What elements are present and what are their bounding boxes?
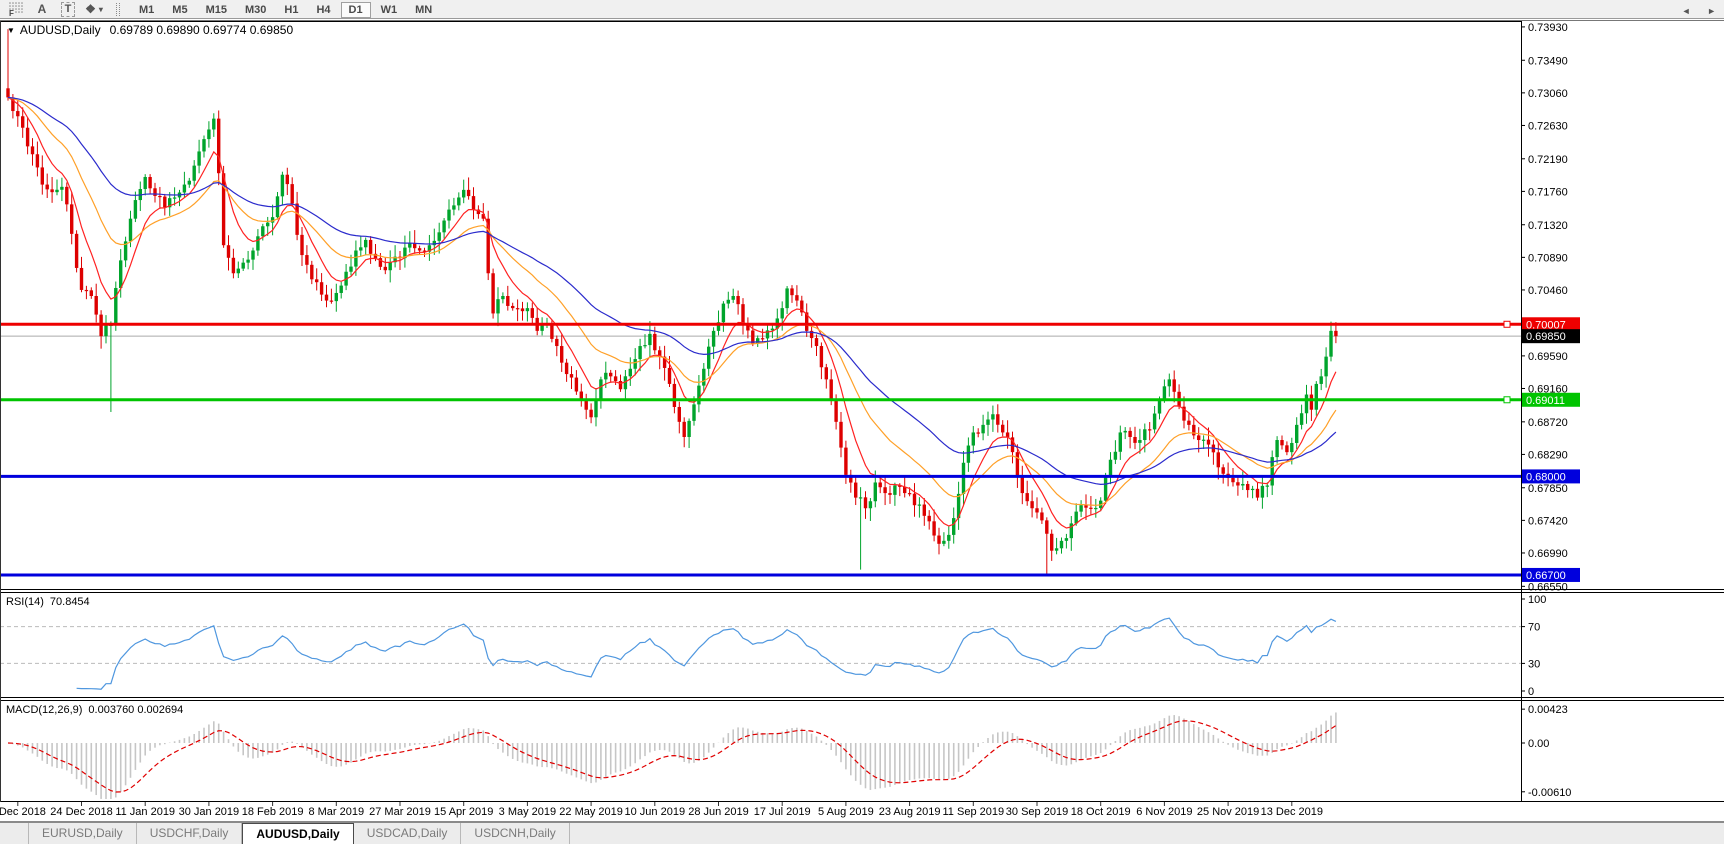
text-label-icon[interactable]: T [58,1,78,17]
tab-scroll-left-icon[interactable]: ◄ [1682,6,1691,16]
svg-text:0.00: 0.00 [1528,738,1549,750]
svg-text:0.68290: 0.68290 [1528,449,1568,461]
timeframe-m15[interactable]: M15 [198,2,235,18]
macd-label: MACD(12,26,9) 0.003760 0.002694 [6,704,183,716]
date-label: 30 Sep 2019 [1006,806,1068,818]
timeframe-mn[interactable]: MN [407,2,440,18]
svg-text:0.72190: 0.72190 [1528,154,1568,166]
date-label: 15 Apr 2019 [434,806,493,818]
chart-tab-usdchf[interactable]: USDCHF,Daily [137,823,243,844]
date-label: 18 Feb 2019 [242,806,304,818]
date-label: 17 Jul 2019 [754,806,811,818]
text-label-box: T [61,2,76,17]
chart-title: ▼ AUDUSD,Daily 0.69789 0.69890 0.69774 0.6… [7,23,293,37]
collapse-caret-icon[interactable]: ▼ [7,26,15,35]
timeframe-h4[interactable]: H4 [308,2,338,18]
rsi-name: RSI(14) [6,596,44,608]
toolbar: F A T ❖ ▾ M1M5M15M30H1H4D1W1MN [0,0,1724,19]
chart-symbol-label: AUDUSD,Daily [20,23,101,37]
svg-text:0.69590: 0.69590 [1528,351,1568,363]
rsi-label: RSI(14) 70.8454 [6,596,90,608]
svg-text:0.73930: 0.73930 [1528,22,1568,34]
date-label: 11 Jan 2019 [115,806,175,818]
svg-text:70: 70 [1528,622,1540,634]
hline-handle[interactable] [1504,321,1510,327]
timeframe-toolbar: M1M5M15M30H1H4D1W1MN [130,0,441,18]
date-label: 6 Nov 2019 [1136,806,1192,818]
date-label: 5 Dec 2018 [0,806,46,818]
svg-text:0.72630: 0.72630 [1528,120,1568,132]
tab-scroll-right-icon[interactable]: ► [1707,6,1716,16]
fibonacci-grid-glyph: F [8,1,24,17]
svg-text:0.00423: 0.00423 [1528,704,1568,716]
date-label: 22 May 2019 [559,806,623,818]
date-label: 13 Dec 2019 [1261,806,1323,818]
chart-tab-audusd[interactable]: AUDUSD,Daily [242,823,353,844]
fibonacci-icon[interactable]: F [6,1,26,17]
date-label: 30 Jan 2019 [179,806,240,818]
date-label: 18 Oct 2019 [1071,806,1131,818]
svg-text:0.67420: 0.67420 [1528,515,1568,527]
chart-tab-usdcad[interactable]: USDCAD,Daily [354,823,462,844]
date-label: 10 Jun 2019 [625,806,686,818]
svg-text:F: F [9,9,14,17]
chart-canvas[interactable]: 0.73930 0.73490 0.73060 0.72630 0.72190 0.717… [0,0,1724,822]
chart-tabbar: EURUSD,DailyUSDCHF,DailyAUDUSD,DailyUSDC… [0,822,1724,844]
svg-text:0.69011: 0.69011 [1526,395,1565,407]
svg-text:0.67850: 0.67850 [1528,483,1568,495]
macd-name: MACD(12,26,9) [6,704,82,716]
arrows-glyph: ❖ [85,2,96,16]
chart-tab-usdcnh[interactable]: USDCNH,Daily [461,823,569,844]
tab-scroll-arrows: ◄ ► [1668,6,1716,16]
svg-text:0.66990: 0.66990 [1528,548,1568,560]
svg-text:0.66700: 0.66700 [1526,570,1566,582]
mt4-window: 0.73930 0.73490 0.73060 0.72630 0.72190 0.717… [0,0,1724,844]
svg-text:0.70460: 0.70460 [1528,285,1568,297]
macd-values: 0.003760 0.002694 [88,704,183,716]
date-label: 3 May 2019 [499,806,556,818]
date-label: 28 Jun 2019 [688,806,749,818]
svg-text:0.66550: 0.66550 [1528,581,1568,593]
svg-text:0.73490: 0.73490 [1528,55,1568,67]
svg-text:0.68720: 0.68720 [1528,417,1568,429]
svg-text:0.71320: 0.71320 [1528,220,1568,232]
chart-tab-eurusd[interactable]: EURUSD,Daily [28,823,137,844]
svg-text:0.68000: 0.68000 [1526,471,1566,483]
svg-text:0.69850: 0.69850 [1526,331,1566,343]
date-label: 24 Dec 2018 [50,806,112,818]
date-label: 23 Aug 2019 [879,806,941,818]
date-label: 5 Aug 2019 [818,806,874,818]
toolbar-grip[interactable] [116,3,120,16]
svg-text:30: 30 [1528,658,1540,670]
chart-ohlc-values: 0.69789 0.69890 0.69774 0.69850 [110,23,294,37]
rsi-value: 70.8454 [50,596,90,608]
text-icon[interactable]: A [32,1,52,17]
timeframe-m30[interactable]: M30 [237,2,274,18]
arrows-dropdown-caret[interactable]: ▾ [99,5,103,14]
svg-text:-0.00610: -0.00610 [1528,787,1571,799]
timeframe-m5[interactable]: M5 [164,2,195,18]
timeframe-m1[interactable]: M1 [131,2,162,18]
date-label: 27 Mar 2019 [369,806,431,818]
date-label: 8 Mar 2019 [308,806,364,818]
svg-text:0.73060: 0.73060 [1528,88,1568,100]
svg-text:0.70890: 0.70890 [1528,252,1568,264]
hline-handle[interactable] [1504,397,1510,403]
svg-text:100: 100 [1528,594,1546,606]
svg-text:0.71760: 0.71760 [1528,186,1568,198]
timeframe-d1[interactable]: D1 [341,2,371,18]
timeframe-w1[interactable]: W1 [373,2,406,18]
arrows-icon[interactable]: ❖ ▾ [84,1,104,17]
svg-text:0: 0 [1528,686,1534,698]
timeframe-h1[interactable]: H1 [276,2,306,18]
date-label: 11 Sep 2019 [943,806,1005,818]
date-label: 25 Nov 2019 [1197,806,1259,818]
